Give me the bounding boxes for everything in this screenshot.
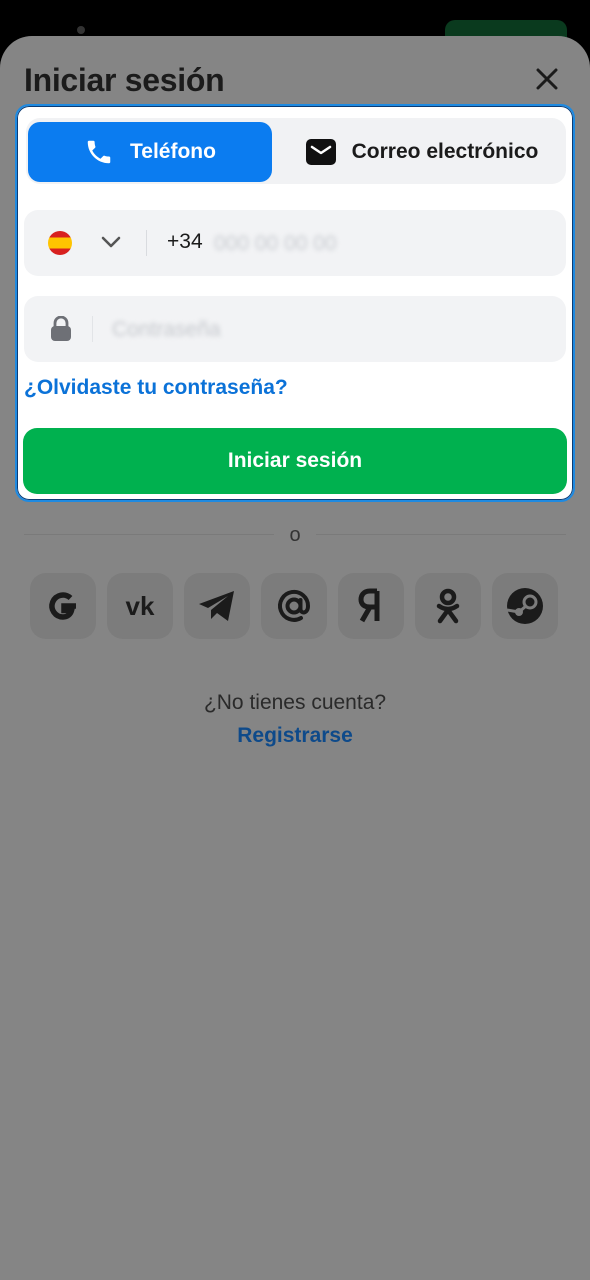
tab-email[interactable]: Correo electrónico (280, 122, 564, 182)
steam-login-button[interactable] (492, 573, 558, 639)
page-title: Iniciar sesión (24, 62, 225, 98)
no-account-text: ¿No tienes cuenta? (203, 691, 387, 714)
svg-text:vk: vk (126, 591, 155, 621)
phone-field: +34 (24, 210, 566, 276)
login-form-card: Teléfono Correo electrónico +34 ¿Olvidas… (15, 104, 575, 502)
odnoklassniki-login-button[interactable] (415, 573, 481, 639)
field-divider (92, 316, 93, 342)
tab-phone[interactable]: Teléfono (28, 122, 272, 182)
social-login-row: vk (30, 573, 560, 639)
login-button[interactable]: Iniciar sesión (23, 428, 567, 494)
or-divider: o (24, 522, 566, 548)
field-divider (146, 230, 147, 256)
divider-line (316, 534, 566, 535)
mail-ru-icon (278, 589, 311, 622)
tab-email-label: Correo electrónico (351, 140, 539, 163)
register-link[interactable]: Registrarse (0, 724, 590, 748)
camera-dot (77, 26, 85, 34)
login-method-tabs: Teléfono Correo electrónico (26, 118, 566, 184)
password-field (24, 296, 566, 362)
tab-phone-label: Teléfono (130, 140, 216, 163)
lock-icon (51, 316, 71, 341)
mail-ru-login-button[interactable] (261, 573, 327, 639)
password-input[interactable] (110, 309, 334, 351)
vk-icon: vk (126, 591, 155, 621)
forgot-password-link[interactable]: ¿Olvidaste tu contraseña? (24, 376, 288, 400)
telegram-icon (199, 591, 234, 621)
country-code: +34 (167, 230, 203, 253)
spain-flag-icon[interactable] (48, 231, 72, 255)
telegram-login-button[interactable] (184, 573, 250, 639)
close-button[interactable] (530, 62, 564, 96)
google-login-button[interactable] (30, 573, 96, 639)
vk-login-button[interactable]: vk (107, 573, 173, 639)
yandex-icon (358, 588, 380, 623)
chevron-down-icon[interactable] (100, 234, 122, 250)
yandex-login-button[interactable] (338, 573, 404, 639)
close-icon (536, 68, 558, 90)
envelope-icon (305, 139, 336, 165)
steam-icon (506, 588, 543, 624)
phone-input[interactable] (212, 223, 416, 265)
phone-icon (87, 140, 111, 164)
or-label: o (289, 524, 301, 546)
odnoklassniki-icon (436, 588, 460, 624)
google-icon (49, 592, 76, 620)
